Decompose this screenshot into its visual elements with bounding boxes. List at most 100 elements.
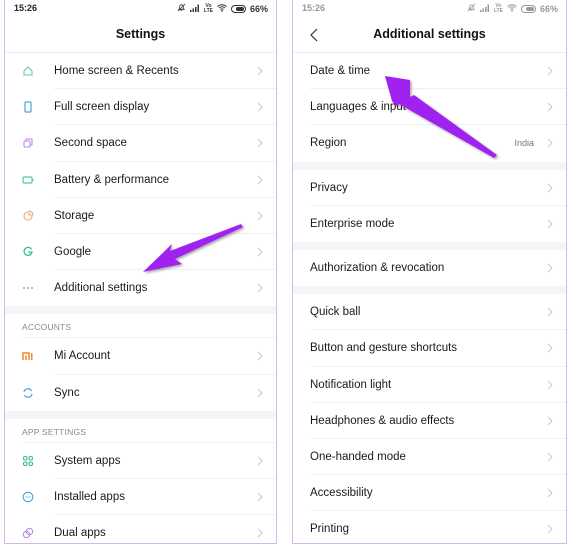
item-label: Enterprise mode [310, 217, 395, 230]
section-title: APP SETTINGS [22, 426, 87, 437]
chevron-right-icon [256, 246, 264, 258]
status-time: 15:26 [302, 3, 326, 13]
chevron-right-icon [256, 491, 264, 503]
chevron-right-icon [256, 282, 264, 294]
settings-item-system-apps[interactable]: System apps [5, 443, 276, 479]
settings-item-notification-light[interactable]: Notification light [293, 367, 566, 403]
region-value: India [514, 138, 534, 149]
item-label: Printing [310, 523, 349, 536]
header: Settings [5, 17, 276, 53]
google-icon [21, 245, 35, 259]
item-label: Region [310, 137, 347, 150]
signal-icon [479, 4, 490, 14]
settings-item-accessibility[interactable]: Accessibility [293, 475, 566, 512]
item-label: Home screen & Recents [54, 65, 179, 78]
battery-status-icon [520, 4, 536, 13]
status-bar: 15:26 Vo LTE 66% [5, 0, 276, 17]
settings-item-dual-apps[interactable]: Dual apps [5, 515, 276, 543]
settings-item-privacy[interactable]: Privacy [293, 170, 566, 206]
status-icons: Vo LTE 66% [467, 3, 558, 14]
item-label: Google [54, 246, 92, 259]
item-label: Authorization & revocation [310, 262, 445, 275]
chevron-right-icon [546, 262, 554, 274]
settings-item-google[interactable]: Google [5, 234, 276, 271]
item-label: Mi Account [54, 350, 111, 363]
chevron-right-icon [546, 137, 554, 149]
chevron-right-icon [546, 379, 554, 391]
settings-item-date-time[interactable]: Date & time [293, 53, 566, 90]
item-label: Quick ball [310, 306, 361, 319]
item-label: Headphones & audio effects [310, 414, 455, 427]
chevron-right-icon [546, 306, 554, 318]
settings-item-authorization-revocation[interactable]: Authorization & revocation [293, 250, 566, 286]
section-divider [293, 286, 566, 295]
chevron-right-icon [256, 210, 264, 222]
signal-icon [189, 4, 200, 14]
item-label: One-handed mode [310, 450, 406, 463]
settings-item-additional-settings[interactable]: Additional settings [5, 270, 276, 306]
grid-apps-icon [21, 454, 35, 468]
chevron-right-icon [256, 137, 264, 149]
chevron-right-icon [546, 451, 554, 463]
item-label: Languages & input [310, 101, 406, 114]
section-divider [293, 161, 566, 170]
settings-item-quick-ball[interactable]: Quick ball [293, 294, 566, 331]
mi-logo-icon [21, 349, 35, 363]
chevron-right-icon [256, 101, 264, 113]
chevron-right-icon [256, 350, 264, 362]
installed-apps-icon [21, 490, 35, 504]
settings-screen: 15:26 Vo LTE 66% Settings Home screen & R… [4, 0, 277, 544]
status-icons: Vo LTE 66% [177, 3, 268, 14]
status-time: 15:26 [14, 3, 38, 13]
chevron-right-icon [546, 65, 554, 77]
settings-item-mi-account[interactable]: Mi Account [5, 338, 276, 375]
settings-item-enterprise-mode[interactable]: Enterprise mode [293, 206, 566, 242]
item-label: Installed apps [54, 490, 125, 503]
section-title: ACCOUNTS [22, 322, 72, 333]
item-label: Second space [54, 137, 127, 150]
settings-item-sync[interactable]: Sync [5, 375, 276, 411]
battery-percent: 66% [539, 3, 558, 14]
settings-item-printing[interactable]: Printing [293, 511, 566, 543]
settings-item-installed-apps[interactable]: Installed apps [5, 479, 276, 516]
battery-status-icon [230, 4, 246, 13]
dnd-off-icon [177, 3, 186, 14]
chevron-right-icon [546, 218, 554, 230]
volte-icon: Vo LTE [203, 2, 213, 14]
dual-apps-icon [21, 526, 35, 540]
settings-item-storage[interactable]: Storage [5, 198, 276, 234]
item-label: Full screen display [54, 101, 150, 114]
settings-item-one-handed-mode[interactable]: One-handed mode [293, 439, 566, 476]
item-label: Additional settings [54, 282, 148, 295]
section-divider [5, 306, 276, 315]
section-header-accounts: ACCOUNTS [5, 314, 276, 339]
home-icon [21, 64, 35, 78]
item-label: Dual apps [54, 527, 106, 540]
item-label: Accessibility [310, 487, 373, 500]
settings-item-region[interactable]: Region India [293, 125, 566, 161]
additional-settings-screen: 15:26 Vo LTE 66% Additional settings Date… [292, 0, 567, 544]
storage-pie-icon [21, 209, 35, 223]
settings-item-headphones-audio[interactable]: Headphones & audio effects [293, 403, 566, 439]
settings-item-button-gesture-shortcuts[interactable]: Button and gesture shortcuts [293, 330, 566, 367]
settings-item-languages-input[interactable]: Languages & input [293, 89, 566, 126]
settings-item-full-screen-display[interactable]: Full screen display [5, 89, 276, 126]
header: Additional settings [293, 17, 566, 53]
item-label: Sync [54, 386, 80, 399]
section-divider [293, 241, 566, 250]
chevron-right-icon [546, 101, 554, 113]
chevron-right-icon [546, 342, 554, 354]
chevron-right-icon [256, 387, 264, 399]
settings-item-second-space[interactable]: Second space [5, 125, 276, 162]
item-label: System apps [54, 454, 121, 467]
settings-item-battery[interactable]: Battery & performance [5, 162, 276, 198]
section-header-app-settings: APP SETTINGS [5, 419, 276, 443]
settings-item-home-screen[interactable]: Home screen & Recents [5, 53, 276, 90]
chevron-right-icon [256, 174, 264, 186]
chevron-right-icon [256, 455, 264, 467]
page-title: Additional settings [373, 27, 486, 41]
battery-percent: 66% [249, 3, 268, 14]
item-label: Button and gesture shortcuts [310, 342, 458, 355]
status-bar: 15:26 Vo LTE 66% [293, 0, 566, 17]
page-title: Settings [115, 27, 166, 41]
